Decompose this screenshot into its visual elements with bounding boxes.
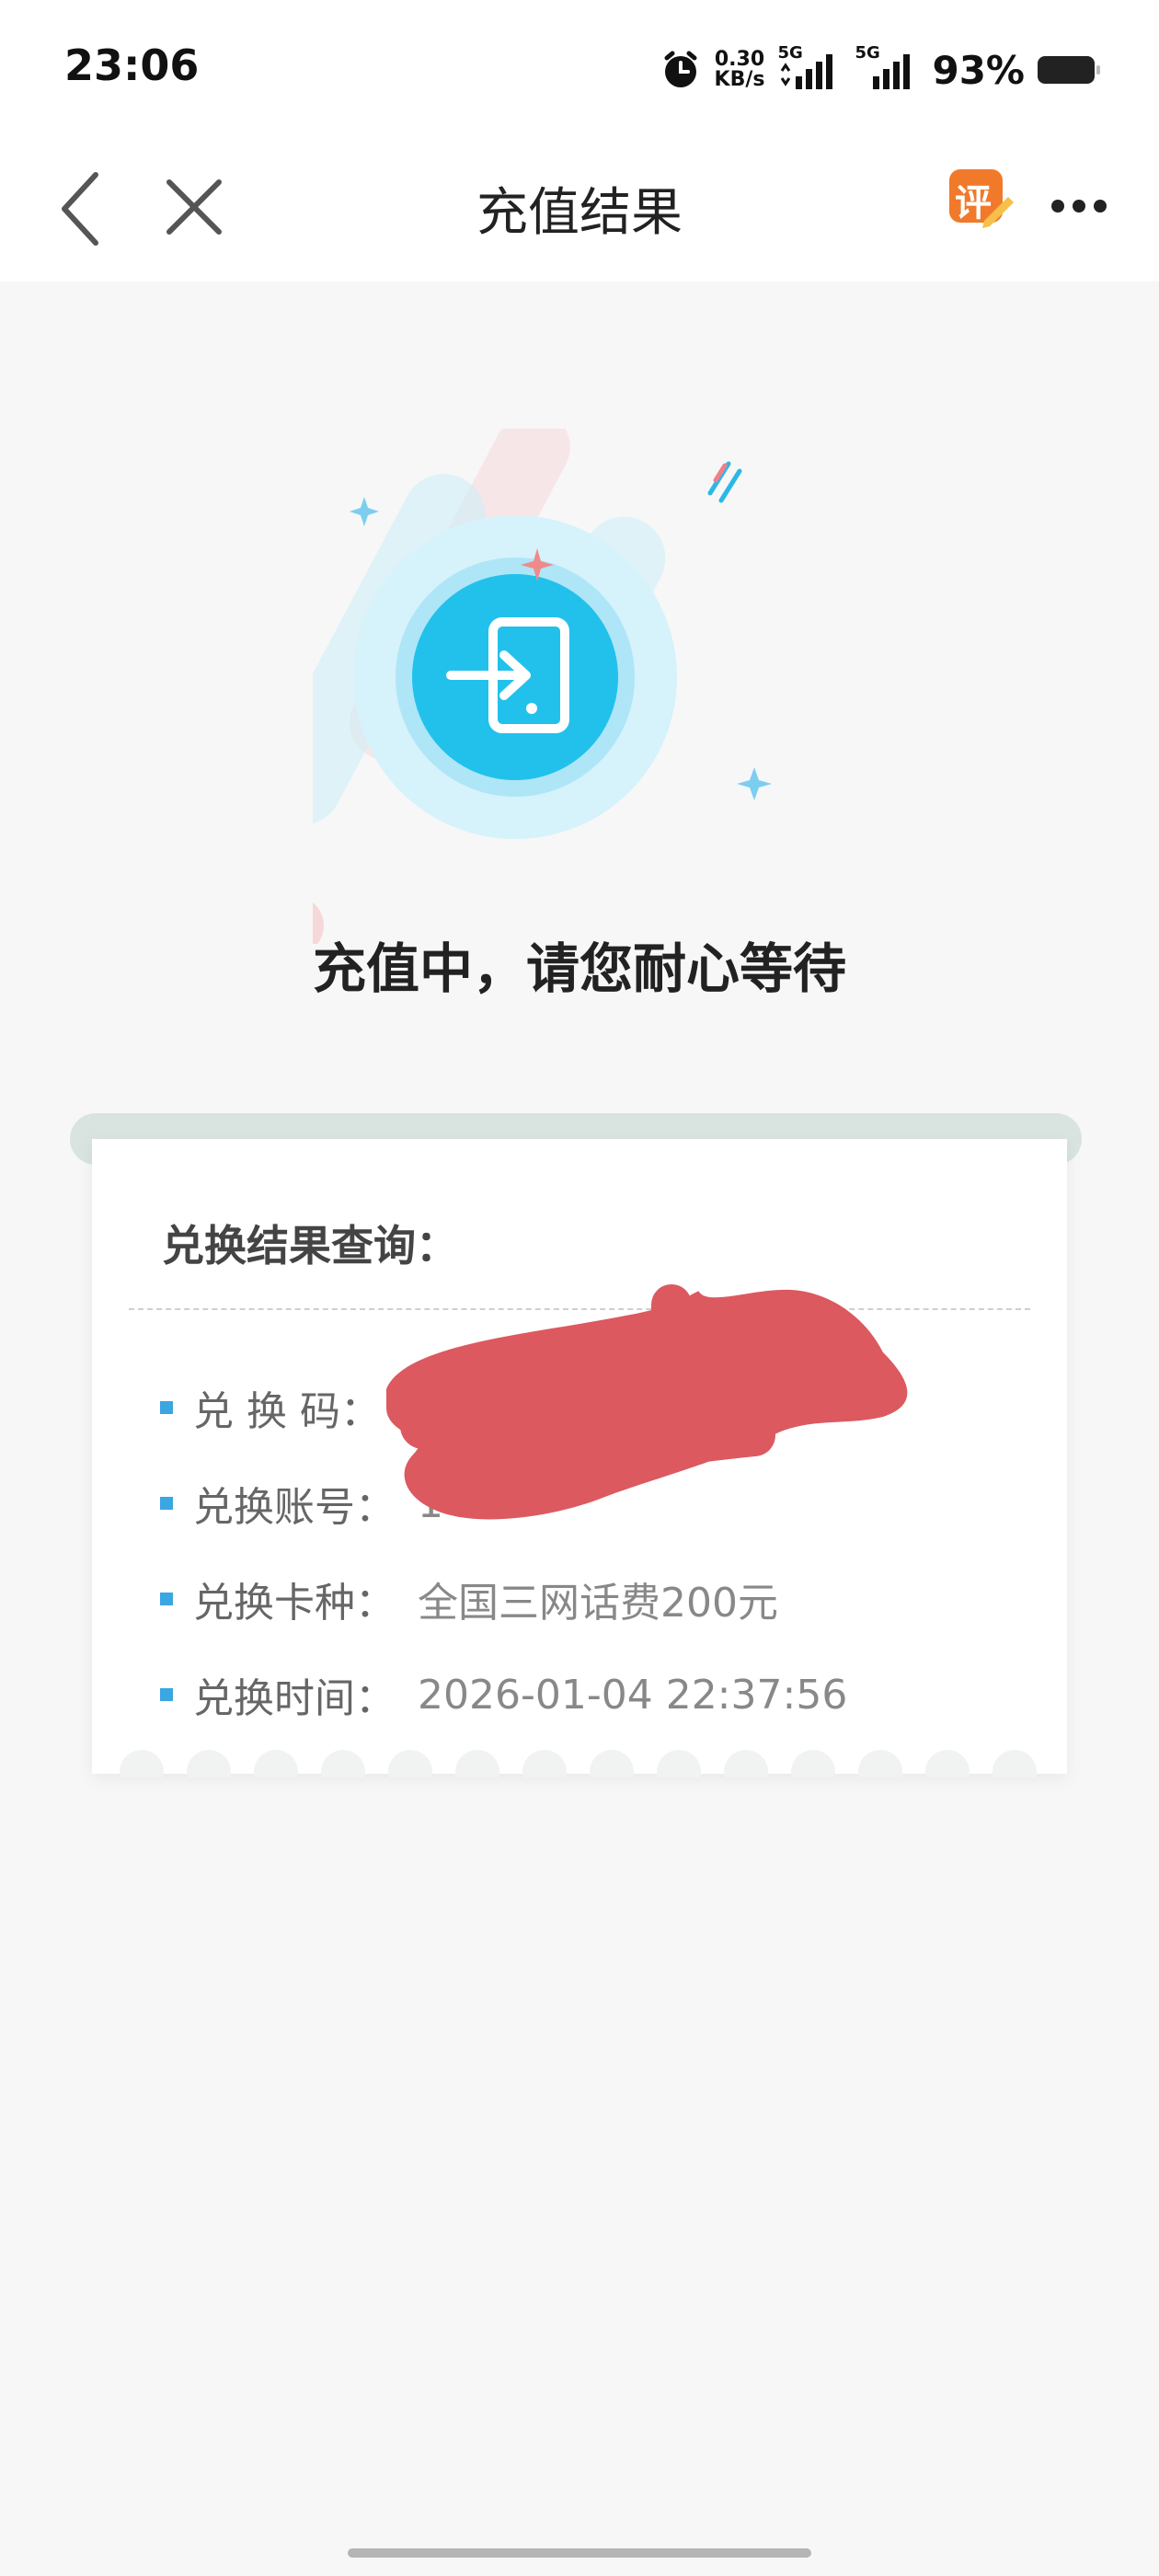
review-button[interactable]: 评	[947, 167, 1016, 236]
status-icons: 0.30 KB/s 5G 5G 93%	[660, 43, 1100, 96]
signal-sim1: 5G	[777, 43, 842, 93]
alarm-clock-icon	[664, 51, 697, 87]
review-badge-label: 评	[955, 182, 992, 224]
row-bullet	[160, 1401, 173, 1414]
row-bullet	[160, 1688, 173, 1701]
row-label: 兑换时间：	[193, 1675, 396, 1722]
recharge-status-message: 充值中，请您耐心等待	[312, 937, 846, 1000]
home-indicator[interactable]	[348, 2548, 811, 2558]
row-bullet	[160, 1497, 173, 1510]
card-heading: 兑换结果查询：	[162, 1221, 458, 1271]
more-options-icon[interactable]	[1049, 195, 1109, 217]
network-speed: 0.30 KB/s	[715, 50, 765, 90]
result-row-card-type: 兑换卡种： 全国三网话费200元	[160, 1571, 778, 1627]
recharge-pending-illustration	[313, 429, 772, 944]
network-speed-unit: KB/s	[714, 68, 765, 91]
row-value: 2026-01-04 22:37:56	[418, 1671, 848, 1719]
signal-sim2: 5G	[855, 43, 919, 93]
row-label: 兑换卡种：	[193, 1580, 396, 1627]
row-bullet	[160, 1593, 173, 1605]
nav-bar: 充值结果 评	[0, 138, 1159, 282]
battery-percent: 93%	[932, 47, 1025, 93]
row-value: 全国三网话费200元	[418, 1580, 778, 1627]
signal-bars-icon	[781, 54, 833, 89]
card-scallop-edge	[92, 1750, 1067, 1777]
status-time: 23:06	[64, 40, 200, 90]
battery-icon	[1038, 56, 1100, 84]
network-speed-value: 0.30	[714, 48, 765, 71]
signal-bars-icon	[873, 54, 911, 89]
status-bar: 23:06 0.30 KB/s 5G 5G 93%	[0, 0, 1159, 138]
redaction-scribble	[386, 1284, 908, 1520]
result-row-time: 兑换时间： 2026-01-04 22:37:56	[160, 1667, 847, 1722]
